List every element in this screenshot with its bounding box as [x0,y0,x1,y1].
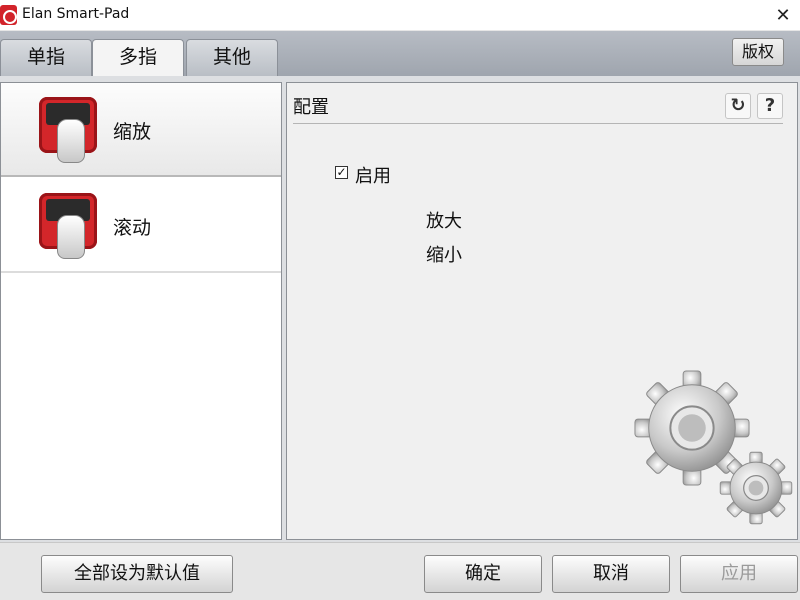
enable-checkbox[interactable]: ✓ [335,166,348,179]
tab-multi-finger[interactable]: 多指 [92,39,184,77]
apply-button[interactable]: 应用 [680,555,798,593]
gesture-label-zoom: 缩放 [113,121,152,143]
title-bar: Elan Smart-Pad ✕ [0,0,800,31]
restore-defaults-button[interactable]: 全部设为默认值 [41,555,233,593]
ok-button[interactable]: 确定 [424,555,542,593]
tab-other[interactable]: 其他 [186,39,278,76]
help-icon[interactable]: ? [757,93,783,119]
config-title: 配置 [293,97,329,118]
option-zoom-in[interactable]: 放大 [426,207,462,233]
gesture-list: 缩放 滚动 [0,82,282,540]
gesture-item-scroll[interactable]: 滚动 [1,179,281,273]
config-divider [293,123,783,124]
window-title: Elan Smart-Pad [22,6,130,22]
gesture-item-zoom[interactable]: 缩放 [1,83,281,177]
tab-bar: 单指 多指 其他 版权 [0,31,800,77]
gear-small-icon [719,451,793,525]
config-panel: 配置 ↻ ? ✓ 启用 放大 缩小 [286,82,798,540]
gesture-label-scroll: 滚动 [113,217,152,239]
bottom-button-bar: 全部设为默认值 确定 取消 应用 [0,542,800,600]
option-zoom-out[interactable]: 缩小 [426,241,462,267]
pinch-zoom-gesture-icon [39,97,99,163]
refresh-icon[interactable]: ↻ [725,93,751,119]
scroll-gesture-icon [39,193,99,259]
cancel-button[interactable]: 取消 [552,555,670,593]
enable-label: 启用 [355,166,391,187]
copyright-button[interactable]: 版权 [732,38,784,66]
main-content: 缩放 滚动 配置 ↻ ? ✓ 启用 放大 缩小 [0,76,800,542]
close-icon[interactable]: ✕ [766,0,800,31]
tab-single-finger[interactable]: 单指 [0,39,92,76]
elan-logo-icon [0,5,17,25]
